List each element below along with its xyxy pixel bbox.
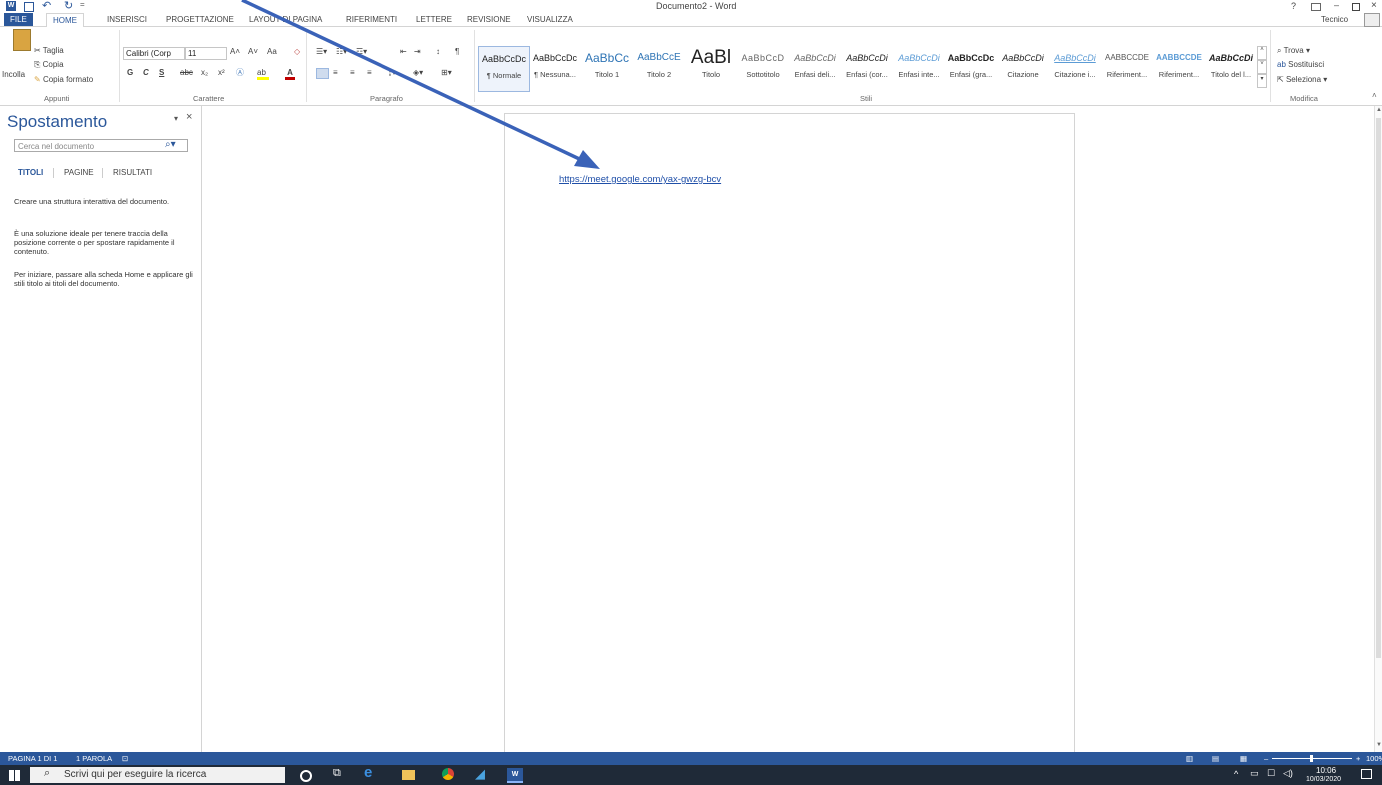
windows-start-icon[interactable] [9, 770, 20, 781]
read-mode-icon[interactable]: ▥ [1186, 752, 1193, 765]
print-layout-icon[interactable]: ▤ [1212, 752, 1219, 765]
task-view-icon[interactable]: ⧉ [333, 767, 341, 780]
tray-chevron-icon[interactable]: ^ [1234, 769, 1238, 779]
chrome-icon[interactable] [442, 768, 454, 780]
clock-time[interactable]: 10:06 [1316, 766, 1336, 775]
wifi-icon[interactable]: ☐ [1267, 768, 1275, 779]
zoom-slider-thumb[interactable] [1310, 755, 1313, 762]
status-bar: PAGINA 1 DI 1 1 PAROLA ⊡ ▥ ▤ ▦ – + 100% [0, 752, 1382, 765]
web-layout-icon[interactable]: ▦ [1240, 752, 1247, 765]
file-explorer-icon[interactable] [402, 770, 415, 780]
annotation-arrow [241, 0, 600, 169]
taskbar-search-input[interactable]: Scrivi qui per eseguire la ricerca [30, 767, 285, 783]
network-icon[interactable]: ▭ [1250, 768, 1259, 779]
notification-icon[interactable] [1361, 769, 1372, 779]
taskbar: Scrivi qui per eseguire la ricerca ⌕ ⧉ e… [0, 764, 1382, 785]
zoom-out-icon[interactable]: – [1264, 752, 1268, 765]
word-count[interactable]: 1 PAROLA [76, 752, 112, 765]
app-icon[interactable]: ◢ [475, 766, 485, 782]
volume-icon[interactable]: ◁) [1283, 768, 1293, 779]
annotation-arrow-shaft [241, 0, 591, 166]
annotation-arrow-head [574, 150, 600, 169]
cortana-icon[interactable] [300, 770, 312, 782]
clock-date[interactable]: 10/03/2020 [1306, 776, 1341, 785]
page-count[interactable]: PAGINA 1 DI 1 [8, 752, 57, 765]
search-icon: ⌕ [44, 767, 51, 779]
edge-icon[interactable]: e [364, 764, 372, 781]
zoom-in-icon[interactable]: + [1356, 752, 1360, 765]
word-taskbar-icon[interactable]: W [507, 768, 523, 783]
proofing-icon[interactable]: ⊡ [122, 752, 128, 765]
zoom-level[interactable]: 100% [1366, 752, 1382, 765]
